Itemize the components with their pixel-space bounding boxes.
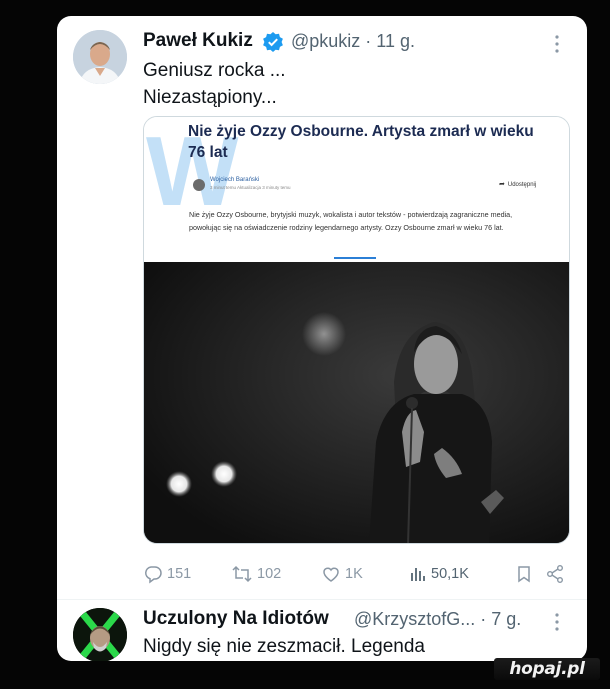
- article-share: ➦ Udostępnij: [499, 180, 536, 188]
- author-name[interactable]: Paweł Kukiz: [143, 30, 253, 52]
- views-button[interactable]: 50,1K: [409, 562, 469, 586]
- author-avatar: [193, 179, 205, 191]
- tab-indicator: [334, 257, 376, 259]
- article-lead: Nie żyje Ozzy Osbourne, brytyjski muzyk,…: [189, 210, 513, 232]
- view-count: 50,1K: [431, 566, 469, 582]
- site-watermark-text: hopaj.pl: [509, 659, 585, 679]
- like-count: 1K: [345, 566, 363, 582]
- action-bar: 151 102 1K 50,1K: [143, 562, 573, 586]
- article-meta: 3 minut temu Aktualizacja 3 minuty temu: [210, 185, 291, 190]
- share-label: Udostępnij: [507, 182, 537, 188]
- retweet-count: 102: [257, 566, 282, 582]
- retweet-button[interactable]: 102: [231, 562, 281, 586]
- site-watermark: hopaj.pl: [494, 658, 600, 680]
- reply-avatar[interactable]: [73, 608, 127, 661]
- tweet-text-line-2: Niezastąpiony...: [143, 87, 277, 108]
- divider: [57, 599, 587, 600]
- avatar[interactable]: [73, 30, 127, 84]
- article-headline: Nie żyje Ozzy Osbourne. Artysta zmarł w …: [188, 123, 534, 161]
- reply-handle-and-time[interactable]: @KrzysztofG... · 7 g.: [354, 609, 521, 630]
- reply-count: 151: [167, 566, 192, 582]
- reply-author-name[interactable]: Uczulony Na Idiotów: [143, 608, 329, 630]
- more-icon[interactable]: [553, 34, 561, 54]
- retweet-icon: [232, 565, 252, 583]
- views-icon: [411, 568, 425, 581]
- concert-photo: [144, 262, 569, 543]
- bookmark-icon: [518, 566, 530, 583]
- like-icon: [323, 567, 339, 582]
- reply-more-icon[interactable]: [553, 612, 561, 632]
- verified-badge-icon: [263, 32, 283, 52]
- like-button[interactable]: 1K: [321, 562, 363, 586]
- bookmark-button[interactable]: [515, 562, 537, 586]
- share-icon: [547, 565, 563, 583]
- handle-and-time[interactable]: @pkukiz · 11 g.: [291, 31, 415, 52]
- tweet-card: Paweł Kukiz @pkukiz · 11 g. Geniusz rock…: [57, 16, 587, 661]
- reply-button[interactable]: 151: [143, 562, 191, 586]
- share-button[interactable]: [545, 562, 569, 586]
- reply-icon: [144, 566, 162, 584]
- article-author: Wojciech Barański: [210, 177, 260, 183]
- article-screenshot: W Nie żyje Ozzy Osbourne. Artysta zmarł …: [144, 117, 569, 262]
- embedded-image[interactable]: W Nie żyje Ozzy Osbourne. Artysta zmarł …: [143, 116, 570, 544]
- share-arrow-icon: ➦: [499, 181, 505, 188]
- tweet-text-line-1: Geniusz rocka ...: [143, 60, 286, 81]
- reply-text: Nigdy się nie zeszmacił. Legenda: [143, 636, 425, 657]
